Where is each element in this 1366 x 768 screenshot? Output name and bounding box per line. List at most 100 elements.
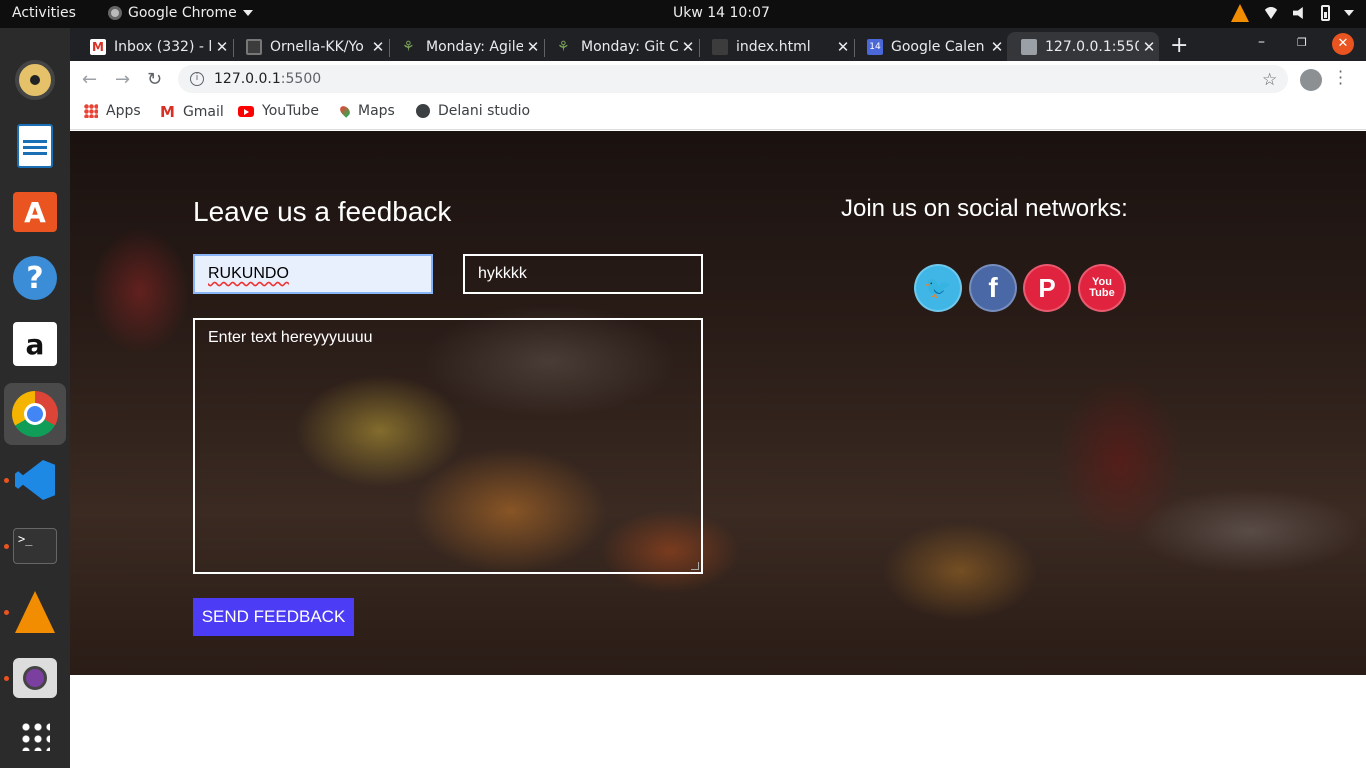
close-icon[interactable]: ✕ xyxy=(833,38,853,56)
rhythmbox-icon xyxy=(15,60,55,100)
bookmark-gmail[interactable]: M Gmail xyxy=(160,103,224,121)
chevron-down-icon xyxy=(242,10,253,16)
vscode-icon xyxy=(15,460,55,500)
running-indicator xyxy=(4,610,9,615)
bookmark-maps[interactable]: Maps xyxy=(338,103,395,119)
system-tray[interactable] xyxy=(1231,4,1354,22)
restore-button[interactable]: ❐ xyxy=(1297,36,1307,49)
bookmark-star-icon[interactable]: ☆ xyxy=(1262,70,1277,90)
gmail-icon: M xyxy=(160,103,175,121)
message-textarea[interactable]: Enter text hereyyyuuuu xyxy=(193,318,703,574)
profile-avatar[interactable] xyxy=(1300,69,1322,91)
minimize-button[interactable]: – xyxy=(1258,34,1265,50)
help-icon: ? xyxy=(13,256,57,300)
youtube-icon xyxy=(238,105,254,117)
tab-gmail[interactable]: Inbox (332) - l ✕ xyxy=(76,32,232,61)
forward-button[interactable]: → xyxy=(115,69,130,90)
terminal-icon: >_ xyxy=(13,528,57,564)
dock-rhythmbox[interactable] xyxy=(11,56,59,104)
clock[interactable]: Ukw 14 10:07 xyxy=(673,5,770,21)
app-menu-label: Google Chrome xyxy=(128,5,237,21)
social-title: Join us on social networks: xyxy=(841,195,1128,222)
tab-github[interactable]: Ornella-KK/Yo ✕ xyxy=(232,32,388,61)
dock-amazon[interactable]: a xyxy=(11,320,59,368)
bookmark-label: Maps xyxy=(358,103,395,119)
tab-label: Google Calen xyxy=(891,38,985,55)
feedback-title: Leave us a feedback xyxy=(193,196,452,227)
dock-software[interactable]: A xyxy=(11,188,59,236)
name-input-value: RUKUNDO xyxy=(208,265,289,282)
close-icon[interactable]: ✕ xyxy=(212,38,232,56)
email-input-value: hykkkk xyxy=(478,265,527,282)
tab-strip: Inbox (332) - l ✕ Ornella-KK/Yo ✕ ⚘ Mond… xyxy=(70,28,1366,61)
running-indicator xyxy=(4,676,9,681)
bookmark-apps[interactable]: Apps xyxy=(84,103,141,119)
chrome-icon xyxy=(12,391,58,437)
close-icon[interactable]: ✕ xyxy=(368,38,388,56)
vlc-tray-icon[interactable] xyxy=(1231,4,1249,22)
bookmark-label: Apps xyxy=(106,103,141,119)
address-bar[interactable]: i 127.0.0.1:5500 xyxy=(178,65,1288,93)
calendar-icon: 14 xyxy=(867,38,883,55)
tab-monday-agile[interactable]: ⚘ Monday: Agile ✕ xyxy=(388,32,543,61)
back-button[interactable]: ← xyxy=(82,69,97,90)
bookmark-label: Delani studio xyxy=(438,103,531,119)
facebook-icon[interactable]: f xyxy=(969,264,1017,312)
dock-help[interactable]: ? xyxy=(11,254,59,302)
tab-index-html[interactable]: index.html ✕ xyxy=(698,32,853,61)
reload-button[interactable]: ↻ xyxy=(147,69,162,90)
writer-icon xyxy=(17,124,53,168)
bookmark-youtube[interactable]: YouTube xyxy=(238,103,319,119)
globe-icon xyxy=(1021,38,1037,55)
dock-cheese[interactable] xyxy=(11,654,59,702)
volume-icon xyxy=(1293,7,1303,19)
maps-pin-icon xyxy=(338,104,352,118)
resize-handle-icon[interactable] xyxy=(691,562,699,570)
system-top-bar: Activities Google Chrome Ukw 14 10:07 xyxy=(0,0,1366,28)
dock-vscode[interactable] xyxy=(11,456,59,504)
bookmark-delani-studio[interactable]: Delani studio xyxy=(416,103,530,119)
info-icon[interactable]: i xyxy=(190,72,204,86)
tab-localhost[interactable]: 127.0.0.1:5500 ✕ xyxy=(1007,32,1159,61)
activities-button[interactable]: Activities xyxy=(12,5,76,21)
pinterest-icon[interactable]: P xyxy=(1023,264,1071,312)
dock: A ? a >_ xyxy=(0,28,70,768)
dock-chrome[interactable] xyxy=(4,383,66,445)
dock-vlc[interactable] xyxy=(11,588,59,636)
message-value: Enter text hereyyyuuuu xyxy=(208,329,373,346)
tab-google-calendar[interactable]: 14 Google Calen ✕ xyxy=(853,32,1007,61)
tab-label: Monday: Git C xyxy=(581,38,678,55)
palm-icon: ⚘ xyxy=(557,38,570,55)
url-host: 127.0.0.1 xyxy=(214,71,281,87)
tab-label: index.html xyxy=(736,38,811,55)
close-icon[interactable]: ✕ xyxy=(987,38,1007,56)
software-center-icon: A xyxy=(13,192,57,232)
page-icon xyxy=(712,38,728,55)
app-menu[interactable]: Google Chrome xyxy=(108,5,253,21)
name-input[interactable]: RUKUNDO xyxy=(193,254,433,294)
close-icon[interactable]: ✕ xyxy=(523,38,543,56)
amazon-icon: a xyxy=(13,322,57,366)
new-tab-button[interactable]: + xyxy=(1170,33,1188,58)
tab-label: 127.0.0.1:5500 xyxy=(1045,38,1139,55)
send-feedback-button[interactable]: SEND FEEDBACK xyxy=(193,598,354,636)
menu-dots-icon[interactable]: · · · xyxy=(1338,64,1343,92)
youtube-icon[interactable]: You Tube xyxy=(1078,264,1126,312)
window-close-button[interactable]: ✕ xyxy=(1332,33,1354,55)
dock-terminal[interactable]: >_ xyxy=(11,522,59,570)
running-indicator xyxy=(4,478,9,483)
wifi-icon xyxy=(1263,7,1279,19)
close-icon[interactable]: ✕ xyxy=(1139,38,1159,56)
dock-writer[interactable] xyxy=(11,122,59,170)
chrome-icon xyxy=(108,6,122,20)
youtube-icon-line2: Tube xyxy=(1089,287,1115,299)
running-indicator xyxy=(4,544,9,549)
twitter-icon[interactable]: 🐦 xyxy=(914,264,962,312)
bookmark-label: YouTube xyxy=(262,103,319,119)
email-input[interactable]: hykkkk xyxy=(463,254,703,294)
gmail-icon xyxy=(90,38,106,55)
tab-label: Monday: Agile xyxy=(426,38,523,55)
show-applications-button[interactable] xyxy=(11,712,59,760)
close-icon[interactable]: ✕ xyxy=(678,38,698,56)
tab-monday-git[interactable]: ⚘ Monday: Git C ✕ xyxy=(543,32,698,61)
